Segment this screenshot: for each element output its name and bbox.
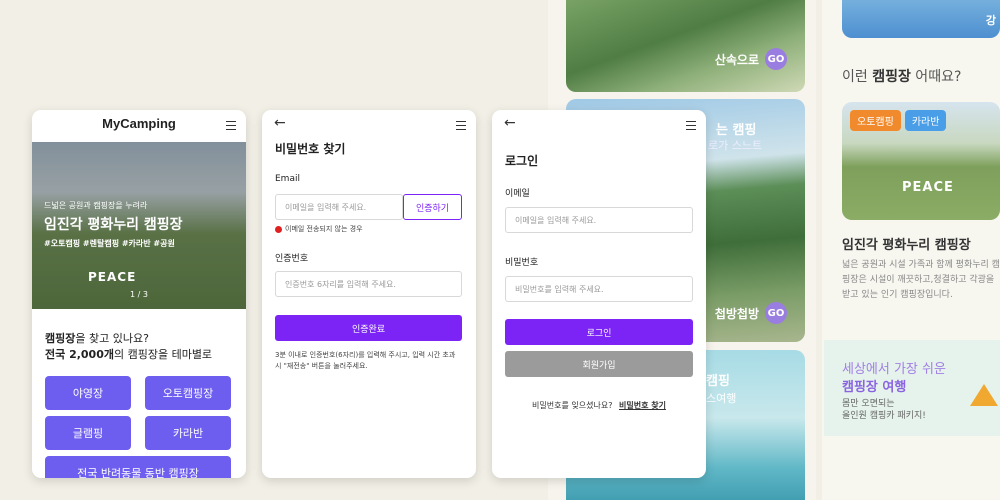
go-pill[interactable]: 산속으로 GO (715, 48, 787, 70)
menu-icon[interactable] (456, 121, 466, 130)
card-caption: 산속으로 (714, 52, 759, 67)
hero-tags: #오토캠핑 #렌탈캠핑 #카라반 #공원 (44, 239, 175, 248)
menu-icon[interactable] (686, 121, 696, 130)
go-pill[interactable]: 첩방첩방 GO (715, 302, 787, 324)
error-icon (275, 226, 282, 233)
forgot-row: 비밀번호를 잊으셨나요? 비밀번호 찾기 (492, 400, 706, 411)
tag: 카라반 (904, 110, 947, 131)
card-text: 캠핑 (706, 374, 730, 389)
password-input[interactable]: 비밀번호를 입력해 주세요. (505, 276, 693, 302)
tag-list: 오토캠핑 카라반 (850, 110, 950, 131)
hero-subtitle: 드넓은 공원과 캠핑장을 누려라 (44, 201, 148, 210)
headline-text: 을 찾고 있나요? (75, 332, 149, 345)
headline-strong: 캠핑장 (45, 332, 76, 345)
promo-line: 캠핑장 여행 (842, 380, 907, 395)
peace-sign: PEACE (902, 180, 954, 195)
error-text: 이메일 전송되지 않는 경우 (285, 225, 363, 233)
forgot-password-link[interactable]: 비밀번호 찾기 (619, 401, 666, 410)
tag: 오토캠핑 (850, 110, 901, 131)
heading-text: 어때요? (910, 69, 962, 85)
go-button[interactable]: GO (765, 48, 787, 70)
promo-line: 올인원 캠핑카 패키지! (842, 411, 926, 421)
promo-line: 세상에서 가장 쉬운 (842, 362, 946, 377)
go-button[interactable]: GO (765, 302, 787, 324)
campsite-title: 임진각 평화누리 캠핑장 (842, 238, 971, 253)
headline-line: 전국 2,000개의 캠핑장을 테마별로 (45, 346, 212, 362)
code-label: 인증번호 (275, 254, 309, 264)
hero-title: 임진각 평화누리 캠핑장 (44, 217, 183, 233)
headline-line: 캠핑장을 찾고 있나요? (45, 330, 149, 346)
card-text: 스여행 (706, 392, 737, 405)
campsite-desc: 넓은 공원과 시설 가족과 함께 평화누리 캠핑장은 시설이 깨끗하고,청결하고… (842, 260, 1000, 300)
card-text: 로가 스느트 (708, 139, 763, 152)
back-arrow-icon[interactable]: ← (504, 115, 516, 131)
category-button[interactable]: 글램핑 (45, 416, 131, 450)
email-label: 이메일 (505, 189, 530, 199)
category-button[interactable]: 야영장 (45, 376, 131, 410)
email-input[interactable]: 이메일을 입력해 주세요. (275, 194, 403, 220)
forgot-text: 비밀번호를 잊으셨나요? (532, 401, 613, 410)
menu-icon[interactable] (226, 121, 236, 130)
promo-banner[interactable]: 세상에서 가장 쉬운 캠핑장 여행 몸만 오면되는 올인원 캠핑카 패키지! (824, 340, 1000, 436)
phone-find-password: ← 비밀번호 찾기 Email 이메일을 입력해 주세요. 인증하기 이메일 전… (262, 110, 476, 478)
bg-card-mountain[interactable]: 산속으로 GO (566, 0, 805, 92)
verify-button[interactable]: 인증하기 (403, 194, 462, 220)
code-input[interactable]: 인증번호 6자리를 입력해 주세요. (275, 271, 462, 297)
back-arrow-icon[interactable]: ← (274, 115, 286, 131)
signup-button[interactable]: 회원가입 (505, 351, 693, 377)
page-title: 비밀번호 찾기 (275, 142, 346, 156)
tent-icon (970, 384, 998, 406)
phone-login: ← 로그인 이메일 이메일을 입력해 주세요. 비밀번호 비밀번호를 입력해 주… (492, 110, 706, 478)
banner-text: 강 (985, 14, 996, 27)
card-caption: 첩방첩방 (714, 306, 759, 321)
category-button[interactable]: 오토캠핑장 (145, 376, 231, 410)
app-logo[interactable]: MyCamping (32, 116, 246, 131)
info-note: 3분 이내로 인증번호(6자리)를 입력해 주시고, 입력 시간 초과 시 "재… (275, 351, 456, 370)
campsite-image[interactable]: 오토캠핑 카라반 PEACE (842, 102, 1000, 220)
carousel-pager: 1 / 3 (130, 290, 148, 299)
hero-banner[interactable]: 드넓은 공원과 캠핑장을 누려라 임진각 평화누리 캠핑장 #오토캠핑 #렌탈캠… (32, 142, 246, 309)
password-label: 비밀번호 (505, 258, 539, 268)
heading-text: 이런 (842, 69, 873, 85)
phone-home: MyCamping 드넓은 공원과 캠핑장을 누려라 임진각 평화누리 캠핑장 … (32, 110, 246, 478)
peace-sign: PEACE (88, 270, 137, 284)
category-button[interactable]: 카라반 (145, 416, 231, 450)
login-button[interactable]: 로그인 (505, 319, 693, 345)
section-heading: 이런 캠핑장 어때요? (842, 66, 961, 86)
heading-strong: 캠핑장 (872, 69, 911, 85)
card-text: 는 캠핑 (716, 123, 757, 138)
email-input[interactable]: 이메일을 입력해 주세요. (505, 207, 693, 233)
page-title: 로그인 (505, 154, 539, 168)
complete-button[interactable]: 인증완료 (275, 315, 462, 341)
headline-text: 의 캠핑장을 테마별로 (113, 348, 213, 361)
category-button-wide[interactable]: 전국 반려동물 동반 캠핑장 (45, 456, 231, 478)
headline-strong: 전국 2,000개 (45, 348, 114, 361)
email-label: Email (275, 174, 300, 184)
top-banner[interactable]: 강 (842, 0, 1000, 38)
